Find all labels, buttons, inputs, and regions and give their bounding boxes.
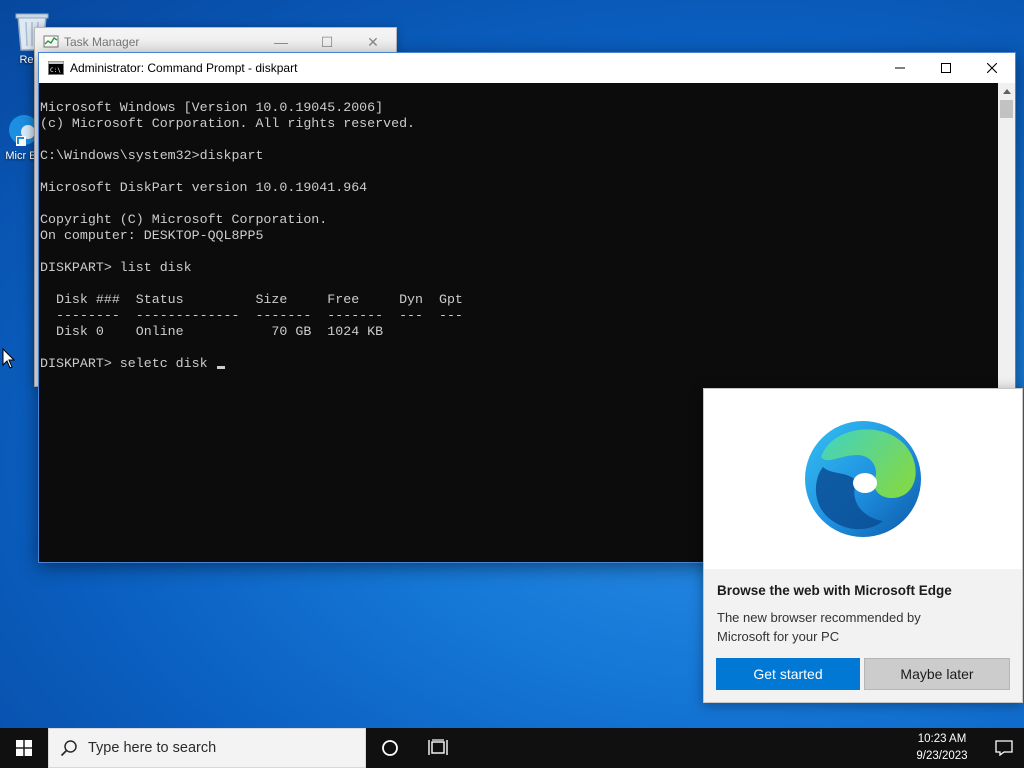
svg-text:C:\: C:\ [50,67,61,74]
taskbar-clock[interactable]: 10:23 AM 9/23/2023 [906,731,978,765]
search-placeholder: Type here to search [88,740,217,756]
cmd-window-title: Administrator: Command Prompt - diskpart [70,61,298,75]
edge-promo-heading: Browse the web with Microsoft Edge [717,583,952,598]
edge-logo-icon [805,421,921,537]
task-view-button[interactable] [414,728,462,768]
console-line: Microsoft Windows [Version 10.0.19045.20… [40,100,384,115]
search-icon [60,740,77,757]
console-line: Disk ### Status Size Free Dyn Gpt [40,292,463,307]
maybe-later-button[interactable]: Maybe later [864,658,1010,690]
cmd-maximize-button[interactable] [923,53,969,83]
cortana-icon [382,740,398,756]
task-manager-minimize-button[interactable]: — [258,34,304,51]
console-cursor [216,366,225,369]
console-line: Copyright (C) Microsoft Corporation. [40,212,328,227]
task-manager-title: Task Manager [64,35,140,49]
edge-promo-hero [704,389,1022,569]
taskbar: Type here to search 10:23 AM 9/23/2023 [0,728,1024,768]
get-started-button[interactable]: Get started [716,658,860,690]
scroll-up-button[interactable] [998,83,1015,100]
windows-logo-icon [16,740,32,756]
task-manager-maximize-button[interactable]: ☐ [304,34,350,51]
close-icon [987,63,997,73]
action-center-button[interactable] [984,728,1024,768]
console-line: On computer: DESKTOP-QQL8PP5 [40,228,264,243]
console-line: Microsoft DiskPart version 10.0.19041.96… [40,180,368,195]
console-current-input[interactable]: DISKPART> seletc disk [40,356,216,371]
task-manager-close-button[interactable]: ✕ [350,34,396,51]
task-manager-icon [43,35,59,48]
console-line: DISKPART> list disk [40,260,192,275]
start-button[interactable] [0,728,48,768]
maximize-icon [941,63,951,73]
notification-icon [995,740,1013,756]
console-line: Disk 0 Online 70 GB 1024 KB [40,324,384,339]
console-line: -------- ------------- ------- ------- -… [40,308,463,323]
edge-promo-body: Browse the web with Microsoft Edge The n… [704,569,1022,702]
chevron-up-icon [1002,89,1011,94]
edge-promo-card: Browse the web with Microsoft Edge The n… [703,388,1023,703]
edge-promo-description: The new browser recommended by Microsoft… [717,610,921,644]
clock-time: 10:23 AM [917,733,967,745]
cmd-titlebar[interactable]: C:\ Administrator: Command Prompt - disk… [39,53,1015,83]
scrollbar-thumb[interactable] [1000,100,1013,118]
task-view-icon [428,739,448,755]
cmd-close-button[interactable] [969,53,1015,83]
cmd-minimize-button[interactable] [877,53,923,83]
cmd-icon: C:\ [48,61,64,75]
console-prompt-line[interactable]: DISKPART> seletc disk [40,356,998,372]
mouse-pointer-icon [2,348,16,369]
clock-date: 9/23/2023 [916,750,968,762]
cortana-button[interactable] [366,728,414,768]
minimize-icon [895,67,905,69]
console-line: C:\Windows\system32>diskpart [40,148,264,163]
taskbar-search-box[interactable]: Type here to search [48,728,366,768]
console-line: (c) Microsoft Corporation. All rights re… [40,116,416,131]
